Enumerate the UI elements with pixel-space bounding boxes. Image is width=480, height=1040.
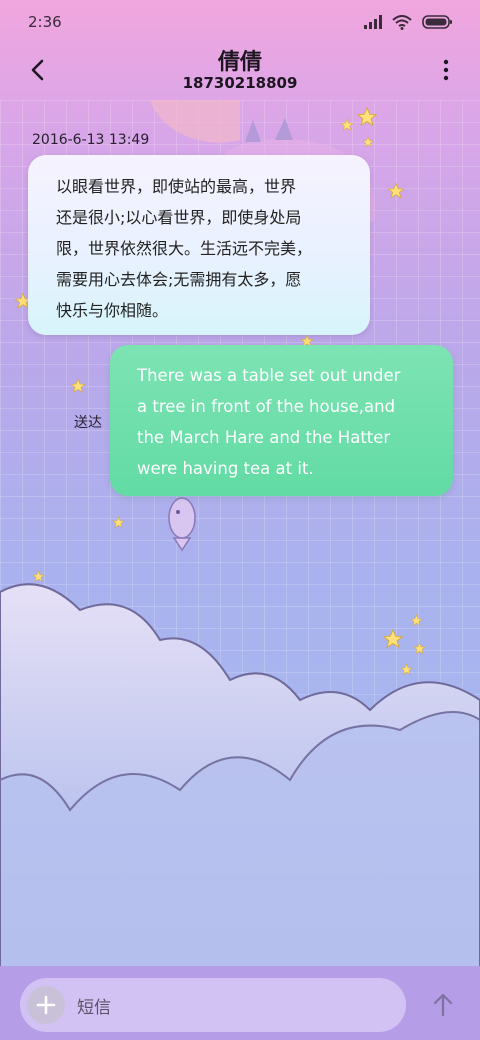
- outgoing-message-line: were having tea at it.: [137, 459, 314, 478]
- status-time: 2:36: [28, 13, 62, 31]
- contact-name[interactable]: 倩倩: [0, 44, 480, 76]
- incoming-message-line: 需要用心去体会;无需拥有太多，愿: [56, 270, 302, 289]
- outgoing-message-line: There was a table set out under: [137, 366, 401, 385]
- star-icon: [70, 378, 86, 393]
- status-icons: [364, 14, 452, 30]
- incoming-message-line: 以眼看世界，即使站的最高，世界: [56, 177, 297, 196]
- battery-icon: [422, 15, 452, 29]
- sms-input-placeholder: 短信: [77, 998, 111, 1018]
- contact-number[interactable]: 18730218809: [0, 74, 480, 92]
- outgoing-message-line: a tree in front of the house,and: [137, 397, 396, 416]
- outgoing-message-bubble[interactable]: There was a table set out under a tree i…: [110, 345, 453, 496]
- arrow-up-icon[interactable]: [430, 992, 456, 1018]
- add-attachment-button[interactable]: [27, 986, 65, 1024]
- star-icon: [356, 106, 378, 127]
- wifi-icon: [392, 14, 412, 30]
- conversation-header: 倩倩 18730218809: [0, 44, 480, 100]
- incoming-message-line: 限，世界依然很大。生活远不完美，: [56, 239, 313, 258]
- outgoing-message-line: the March Hare and the Hatter: [137, 428, 391, 447]
- star-icon: [362, 136, 374, 148]
- clouds-decoration: [0, 583, 480, 970]
- star-icon: [387, 182, 405, 199]
- fish-decoration: [168, 497, 196, 552]
- signal-icon: [364, 15, 382, 29]
- delivery-status: 送达: [74, 415, 102, 431]
- message-timestamp: 2016-6-13 13:49: [32, 132, 150, 148]
- incoming-message-line: 还是很小;以心看世界，即使身处局: [56, 208, 302, 227]
- star-icon: [340, 118, 354, 131]
- more-vertical-icon[interactable]: [438, 56, 454, 84]
- status-bar: 2:36: [0, 0, 480, 44]
- incoming-message-bubble[interactable]: 以眼看世界，即使站的最高，世界 还是很小;以心看世界，即使身处局 限，世界依然很…: [28, 155, 370, 335]
- incoming-message-line: 快乐与你相随。: [56, 301, 169, 320]
- star-icon: [112, 516, 125, 528]
- plus-icon: [36, 995, 56, 1015]
